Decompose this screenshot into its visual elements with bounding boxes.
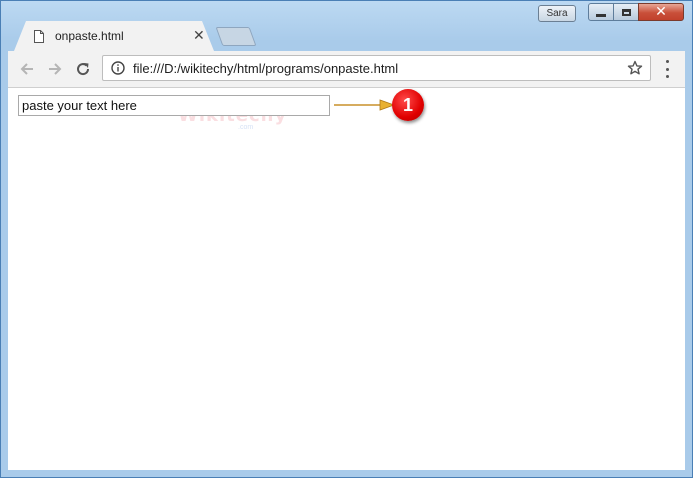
menu-icon[interactable]: [664, 60, 670, 78]
back-button[interactable]: [17, 59, 37, 79]
url-text[interactable]: file:///D:/wikitechy/html/programs/onpas…: [133, 61, 398, 76]
paste-text-input[interactable]: [18, 95, 330, 116]
page-content: Wikitechy .com 1: [8, 88, 685, 470]
reload-button[interactable]: [73, 59, 93, 79]
minimize-button[interactable]: [588, 3, 614, 21]
document-icon: [34, 29, 44, 43]
forward-button[interactable]: [45, 59, 65, 79]
tab-title: onpaste.html: [55, 29, 124, 43]
maximize-icon: [621, 8, 631, 16]
star-icon[interactable]: [627, 60, 643, 76]
forward-arrow-icon: [49, 63, 62, 75]
user-profile-badge[interactable]: Sara: [538, 5, 576, 22]
watermark-sub: .com: [238, 124, 254, 131]
reload-icon: [77, 63, 90, 76]
annotation-marker: 1: [392, 89, 424, 121]
annotation-number: 1: [402, 94, 413, 115]
tab-close-icon[interactable]: ✕: [193, 28, 205, 44]
back-arrow-icon: [20, 63, 33, 75]
maximize-button[interactable]: [613, 3, 639, 21]
annotation-arrow-icon: [334, 99, 396, 111]
close-window-button[interactable]: ✕: [638, 3, 684, 21]
address-bar[interactable]: file:///D:/wikitechy/html/programs/onpas…: [102, 55, 651, 81]
new-tab-button[interactable]: [215, 27, 257, 46]
close-icon: ✕: [655, 4, 667, 20]
browser-window: Sara ✕ onpaste.html ✕ file:///D:/wikitec…: [0, 0, 693, 478]
info-icon[interactable]: [111, 61, 125, 75]
minimize-icon: [596, 13, 606, 17]
browser-toolbar: file:///D:/wikitechy/html/programs/onpas…: [8, 51, 685, 88]
tab-onpaste[interactable]: onpaste.html ✕: [14, 21, 214, 51]
